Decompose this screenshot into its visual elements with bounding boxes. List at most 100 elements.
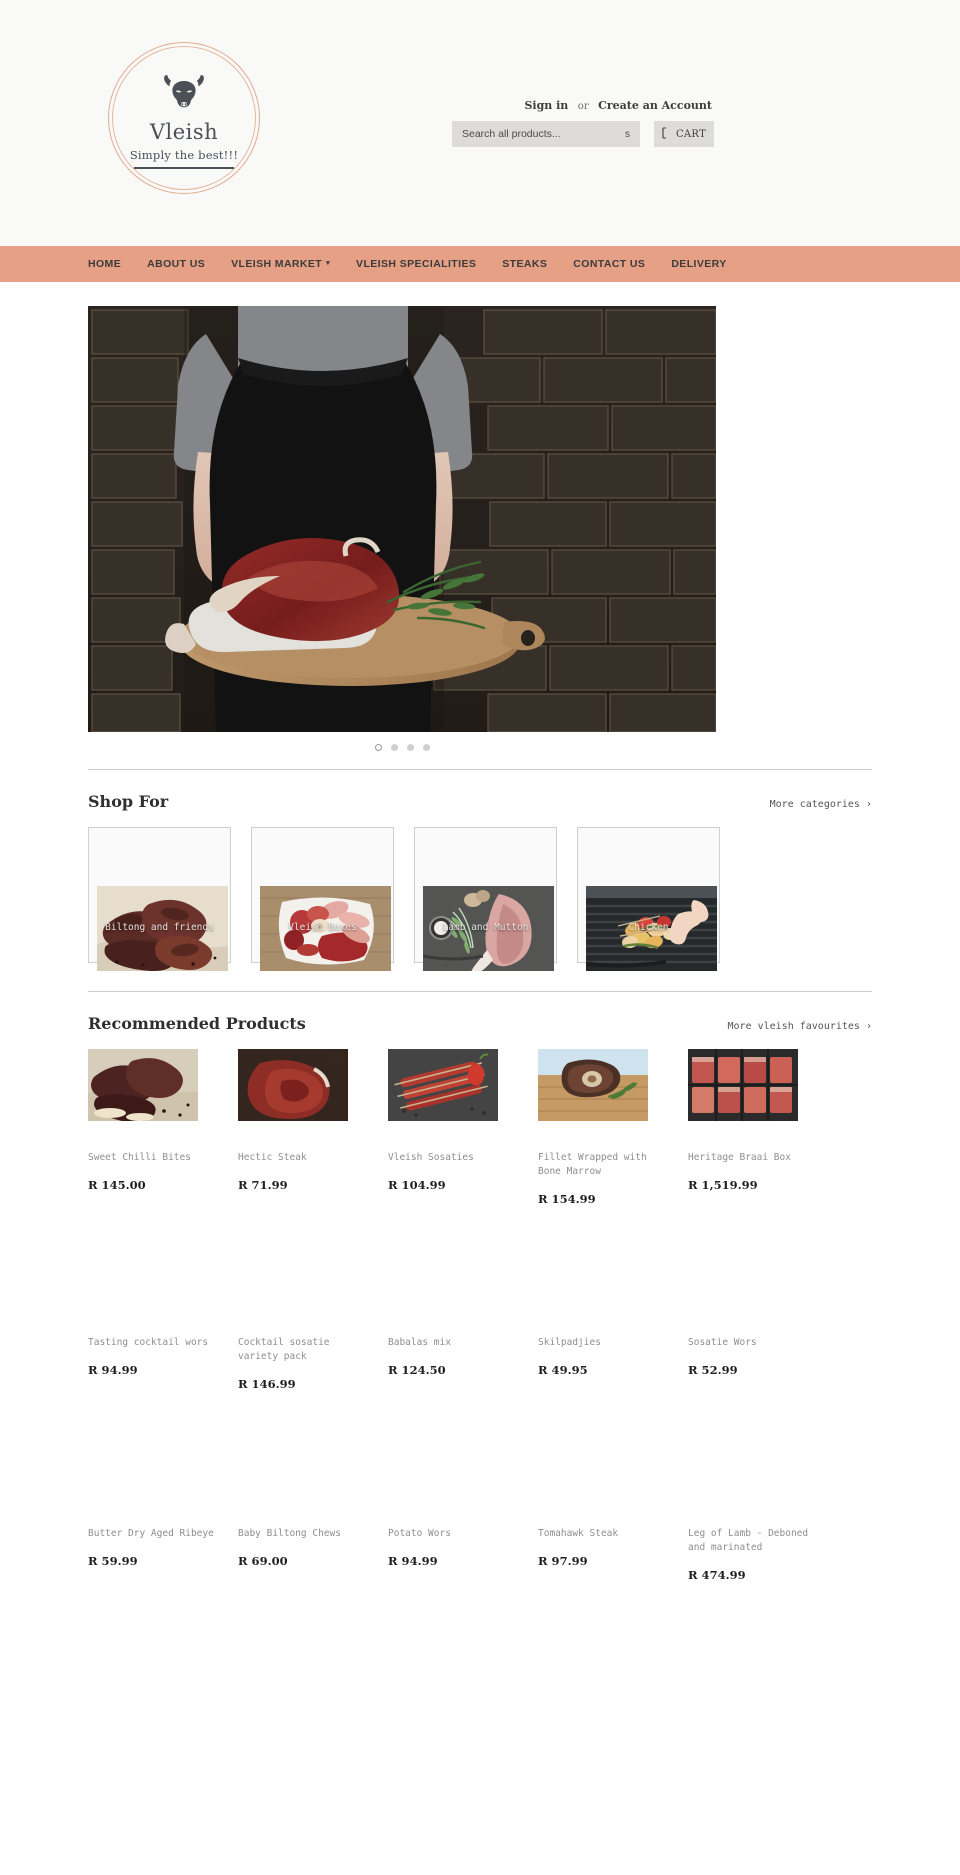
bull-head-icon xyxy=(161,73,207,118)
product-card[interactable]: Hectic Steak R 71.99 xyxy=(238,1049,366,1234)
product-card[interactable]: Baby Biltong Chews R 69.00 xyxy=(238,1425,366,1616)
site-header: Vleish Simply the best!!! Sign in or Cre… xyxy=(0,0,960,246)
nav-item-label: CONTACT US xyxy=(573,258,646,270)
product-name: Potato Wors xyxy=(388,1528,451,1539)
more-favourites-link[interactable]: More vleish favourites › xyxy=(728,1021,873,1032)
nav-item-delivery[interactable]: DELIVERY xyxy=(671,258,726,270)
hero-dot-4[interactable] xyxy=(422,744,430,751)
product-price: R 59.99 xyxy=(88,1553,138,1568)
product-price: R 154.99 xyxy=(538,1191,596,1206)
category-card-vleish-boxes[interactable]: Vleish Boxes xyxy=(251,827,394,971)
product-name: Heritage Braai Box xyxy=(688,1152,791,1163)
product-card[interactable]: Heritage Braai Box R 1,519.99 xyxy=(688,1049,816,1234)
product-name: Tomahawk Steak xyxy=(538,1528,619,1539)
nav-item-vleish-market[interactable]: VLEISH MARKET ▾ xyxy=(231,258,330,270)
category-card-chicken[interactable]: Chicken xyxy=(577,827,720,971)
product-price: R 52.99 xyxy=(688,1362,738,1377)
product-card[interactable]: Cocktail sosatie variety pack R 146.99 xyxy=(238,1234,366,1425)
product-image xyxy=(538,1049,648,1121)
logo-underline xyxy=(134,167,234,169)
hero-carousel-dots xyxy=(88,744,716,751)
product-name: Hectic Steak xyxy=(238,1152,307,1163)
cart-label: CART xyxy=(675,128,707,140)
hero-section xyxy=(0,282,960,751)
product-name: Sweet Chilli Bites xyxy=(88,1152,191,1163)
logo-tagline: Simply the best!!! xyxy=(129,148,239,162)
product-image xyxy=(538,1234,648,1306)
product-card[interactable]: Leg of Lamb - Deboned and marinated R 47… xyxy=(688,1425,816,1616)
product-card[interactable]: Potato Wors R 94.99 xyxy=(388,1425,516,1616)
nav-item-contact-us[interactable]: CONTACT US xyxy=(573,258,645,270)
category-card-biltong-and-friends[interactable]: Biltong and friends xyxy=(88,827,231,971)
chevron-down-icon: ▾ xyxy=(326,259,331,267)
nav-item-vleish-specialities[interactable]: VLEISH SPECIALITIES xyxy=(356,258,476,270)
hero-slide-image[interactable] xyxy=(88,306,716,732)
product-price: R 97.99 xyxy=(538,1553,588,1568)
main-navigation: HOME ABOUT US VLEISH MARKET ▾ VLEISH SPE… xyxy=(0,246,960,282)
product-price: R 146.99 xyxy=(238,1376,296,1391)
product-image xyxy=(238,1049,348,1121)
hero-dot-3[interactable] xyxy=(406,744,414,751)
nav-item-label: STEAKS xyxy=(502,258,548,270)
product-card[interactable]: Fillet Wrapped with Bone Marrow R 154.99 xyxy=(538,1049,666,1234)
product-image xyxy=(88,1234,198,1306)
recommended-title: Recommended Products xyxy=(88,1014,306,1033)
product-price: R 94.99 xyxy=(388,1553,438,1568)
cart-button[interactable]: CART xyxy=(654,121,714,147)
category-image xyxy=(97,886,228,971)
product-name: Sosatie Wors xyxy=(688,1337,757,1348)
product-price: R 49.95 xyxy=(538,1362,588,1377)
account-links: Sign in or Create an Account xyxy=(524,99,712,112)
hero-dot-1[interactable] xyxy=(374,744,382,751)
search-icon[interactable]: s xyxy=(623,129,632,140)
product-image xyxy=(688,1049,798,1121)
product-name: Vleish Sosaties xyxy=(388,1152,474,1163)
product-image xyxy=(388,1049,498,1121)
product-price: R 94.99 xyxy=(88,1362,138,1377)
product-image xyxy=(388,1425,498,1497)
site-logo[interactable]: Vleish Simply the best!!! xyxy=(108,42,260,194)
product-image xyxy=(88,1049,198,1121)
search-input[interactable] xyxy=(460,121,623,147)
category-image xyxy=(260,886,391,971)
product-card[interactable]: Tasting cocktail wors R 94.99 xyxy=(88,1234,216,1425)
nav-item-label: HOME xyxy=(88,258,122,270)
product-price: R 145.00 xyxy=(88,1177,146,1192)
nav-item-home[interactable]: HOME xyxy=(88,258,121,270)
product-name: Baby Biltong Chews xyxy=(238,1528,341,1539)
product-image xyxy=(238,1425,348,1497)
product-card[interactable]: Butter Dry Aged Ribeye R 59.99 xyxy=(88,1425,216,1616)
search-box[interactable]: s xyxy=(452,121,640,147)
product-name: Fillet Wrapped with Bone Marrow xyxy=(538,1152,647,1177)
product-card[interactable]: Vleish Sosaties R 104.99 xyxy=(388,1049,516,1234)
category-image xyxy=(586,886,717,971)
product-image xyxy=(238,1234,348,1306)
category-image xyxy=(423,886,554,971)
sign-in-link[interactable]: Sign in xyxy=(524,99,568,112)
page-title: Shop For xyxy=(88,792,169,811)
more-categories-link[interactable]: More categories › xyxy=(770,799,872,810)
product-card[interactable]: Sosatie Wors R 52.99 xyxy=(688,1234,816,1425)
account-links-separator: or xyxy=(577,101,589,112)
product-name: Butter Dry Aged Ribeye xyxy=(88,1528,214,1539)
product-price: R 71.99 xyxy=(238,1177,288,1192)
product-card[interactable]: Skilpadjies R 49.95 xyxy=(538,1234,666,1425)
nav-item-about-us[interactable]: ABOUT US xyxy=(147,258,205,270)
shopping-bag-icon xyxy=(662,127,671,141)
product-price: R 1,519.99 xyxy=(688,1177,758,1192)
logo-brand-name: Vleish xyxy=(149,120,219,144)
product-card[interactable]: Babalas mix R 124.50 xyxy=(388,1234,516,1425)
product-card[interactable]: Tomahawk Steak R 97.99 xyxy=(538,1425,666,1616)
nav-item-label: VLEISH SPECIALITIES xyxy=(356,258,477,270)
product-card[interactable]: Sweet Chilli Bites R 145.00 xyxy=(88,1049,216,1234)
hero-dot-2[interactable] xyxy=(390,744,398,751)
product-name: Cocktail sosatie variety pack xyxy=(238,1337,330,1362)
recommended-products-section: Recommended Products More vleish favouri… xyxy=(0,992,960,1616)
category-card-lamb-and-mutton[interactable]: Lamb and Mutton xyxy=(414,827,557,971)
nav-item-label: ABOUT US xyxy=(147,258,206,270)
product-image xyxy=(88,1425,198,1497)
create-account-link[interactable]: Create an Account xyxy=(598,99,712,112)
product-grid-row-1: Sweet Chilli Bites R 145.00 Hectic Steak… xyxy=(88,1049,872,1234)
product-name: Tasting cocktail wors xyxy=(88,1337,209,1348)
nav-item-steaks[interactable]: STEAKS xyxy=(502,258,547,270)
